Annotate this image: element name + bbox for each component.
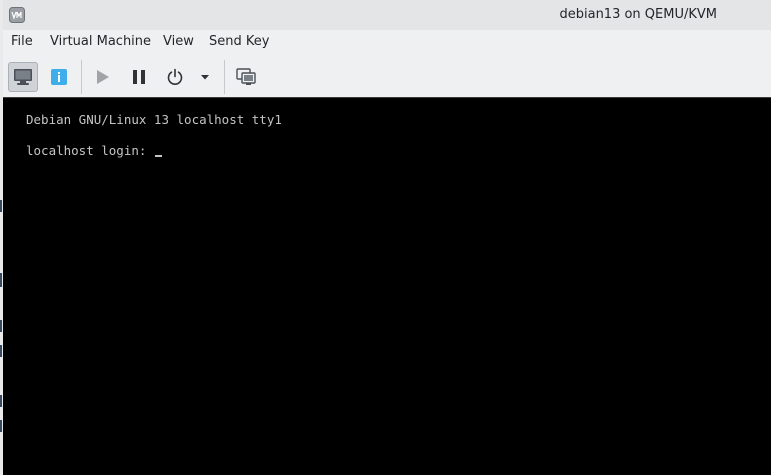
pause-button[interactable] <box>124 62 154 92</box>
login-prompt-text: localhost login: <box>26 143 154 158</box>
toolbar <box>3 54 771 97</box>
menu-send-key[interactable]: Send Key <box>206 30 272 54</box>
menu-view[interactable]: View <box>160 30 197 54</box>
shutdown-menu-button[interactable] <box>195 62 215 92</box>
fullscreen-button[interactable] <box>231 62 261 92</box>
console-login-prompt: localhost login: <box>26 143 162 158</box>
pause-icon <box>133 70 145 84</box>
info-icon <box>51 69 67 85</box>
details-view-button[interactable] <box>44 62 74 92</box>
vm-display[interactable]: Debian GNU/Linux 13 localhost tty1 local… <box>3 97 771 475</box>
menu-bar: File Virtual Machine View Send Key <box>3 30 771 54</box>
toolbar-separator <box>81 60 82 94</box>
console-view-button[interactable] <box>8 62 38 92</box>
text-cursor <box>154 155 162 157</box>
shutdown-button[interactable] <box>160 62 190 92</box>
run-button[interactable] <box>87 62 117 92</box>
console-line: Debian GNU/Linux 13 localhost tty1 <box>26 112 282 127</box>
chevron-down-icon <box>201 75 209 80</box>
monitor-icon <box>14 69 32 85</box>
window-title: debian13 on QEMU/KVM <box>559 7 717 22</box>
screens-icon <box>236 68 256 85</box>
vm-console-window: debian13 on QEMU/KVM File Virtual Machin… <box>3 0 771 475</box>
toolbar-separator <box>224 60 225 94</box>
title-bar[interactable]: debian13 on QEMU/KVM <box>3 0 771 30</box>
power-icon <box>167 68 183 85</box>
menu-file[interactable]: File <box>8 30 36 54</box>
play-icon <box>97 70 109 84</box>
virt-manager-icon[interactable] <box>9 7 25 23</box>
menu-virtual-machine[interactable]: Virtual Machine <box>47 30 154 54</box>
